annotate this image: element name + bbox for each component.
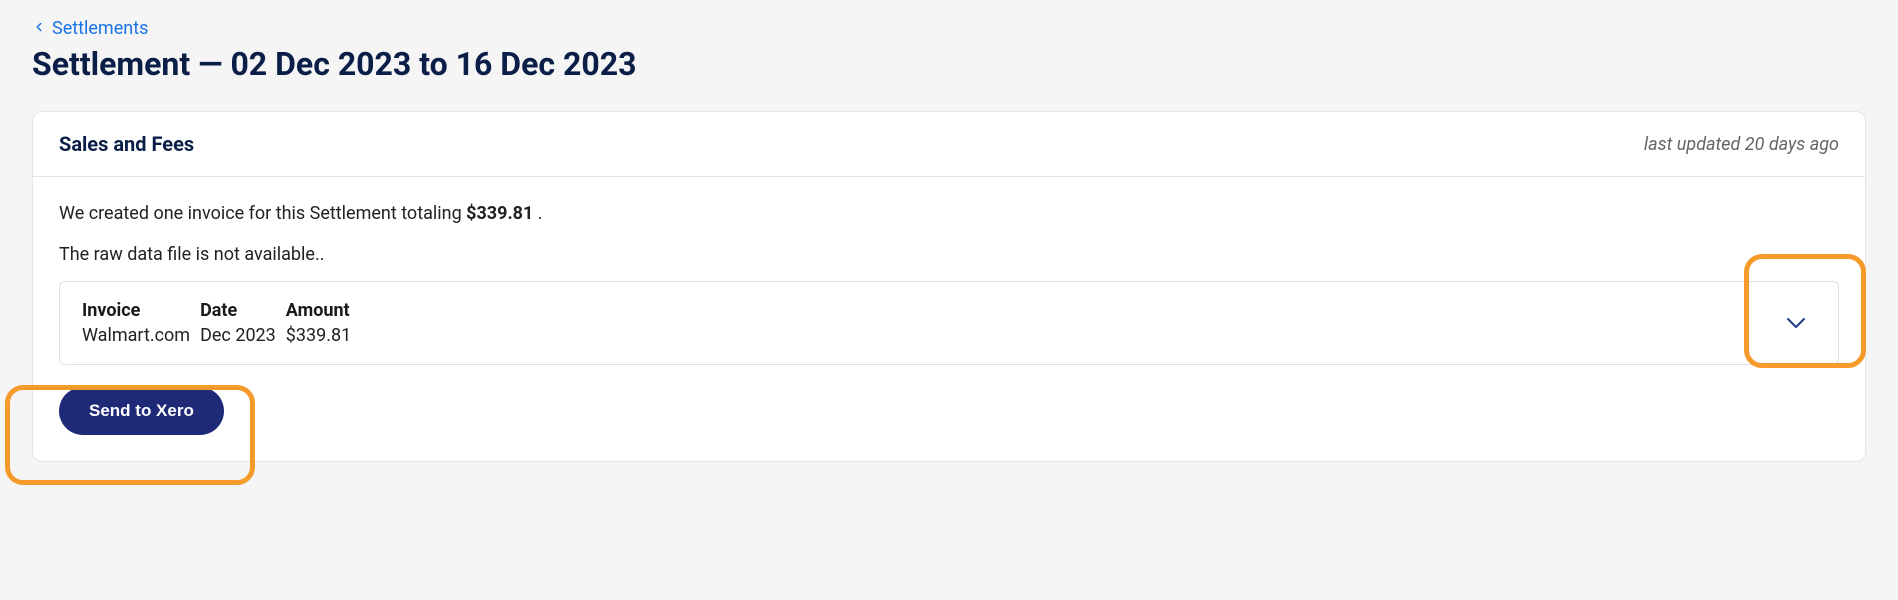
card-title: Sales and Fees	[59, 132, 194, 156]
summary-amount: $339.81	[466, 203, 533, 224]
page-title: Settlement — 02 Dec 2023 to 16 Dec 2023	[32, 45, 1866, 83]
invoice-col-amount: Amount $339.81	[286, 300, 351, 346]
sales-fees-card: Sales and Fees last updated 20 days ago …	[32, 111, 1866, 462]
card-body: We created one invoice for this Settleme…	[33, 177, 1865, 461]
invoice-col-date: Date Dec 2023	[200, 300, 276, 346]
summary-prefix: We created one invoice for this Settleme…	[59, 203, 466, 224]
col-header-invoice: Invoice	[82, 300, 190, 321]
summary-suffix: .	[533, 203, 542, 224]
breadcrumb-label: Settlements	[52, 18, 148, 39]
chevron-left-icon	[32, 19, 46, 38]
invoice-col-name: Invoice Walmart.com	[82, 300, 190, 346]
breadcrumb[interactable]: Settlements	[32, 18, 1866, 39]
expand-invoice-button[interactable]	[1776, 303, 1816, 343]
raw-data-text: The raw data file is not available..	[59, 244, 1839, 265]
invoice-table: Invoice Walmart.com Date Dec 2023 Amount…	[82, 300, 351, 346]
chevron-down-icon	[1784, 310, 1808, 337]
last-updated-text: last updated 20 days ago	[1644, 134, 1839, 155]
invoice-summary-text: We created one invoice for this Settleme…	[59, 203, 1839, 224]
invoice-date-value: Dec 2023	[200, 325, 276, 346]
col-header-amount: Amount	[286, 300, 351, 321]
invoice-box: Invoice Walmart.com Date Dec 2023 Amount…	[59, 281, 1839, 365]
card-header: Sales and Fees last updated 20 days ago	[33, 112, 1865, 177]
send-to-xero-button[interactable]: Send to Xero	[59, 387, 224, 435]
invoice-amount-value: $339.81	[286, 325, 351, 346]
invoice-name-value: Walmart.com	[82, 325, 190, 346]
col-header-date: Date	[200, 300, 276, 321]
